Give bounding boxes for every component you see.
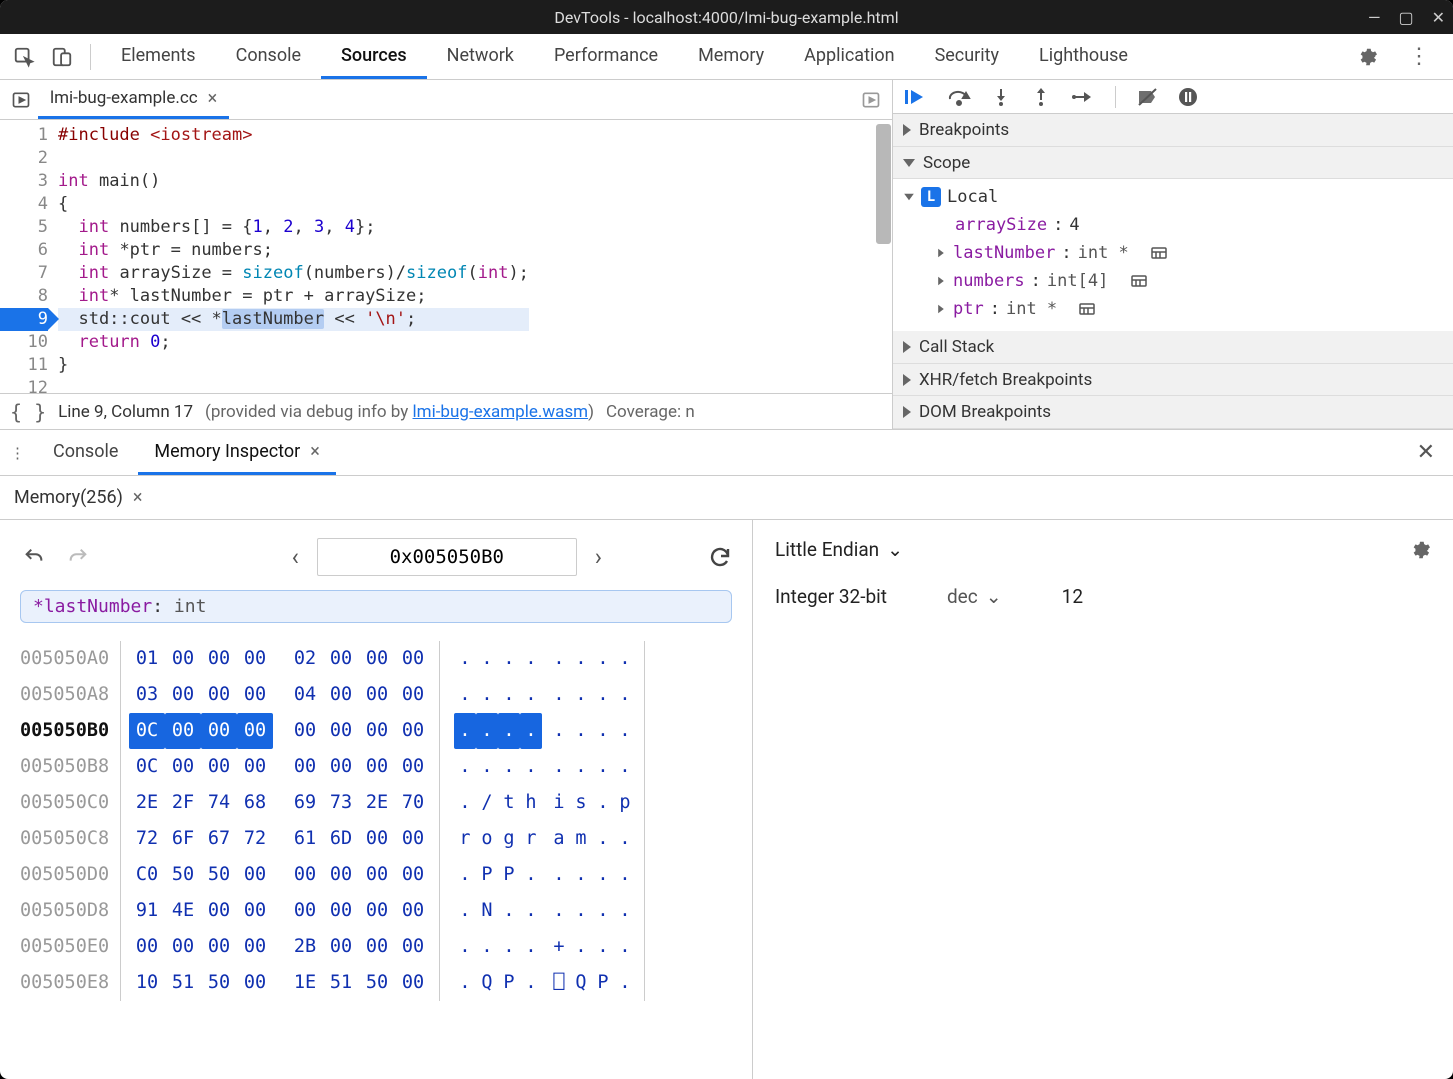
drawer-tab-memory-inspector[interactable]: Memory Inspector× [138,430,335,475]
scope-var[interactable]: lastNumber: int * [937,239,1443,267]
window-title: DevTools - localhost:4000/lmi-bug-exampl… [554,8,898,27]
resume-icon[interactable] [903,87,927,107]
chevron-down-icon: ⌄ [986,585,1002,608]
reveal-in-memory-icon[interactable] [1079,302,1095,316]
hex-row[interactable]: 005050E0000000002B000000....+... [20,929,732,965]
tab-lighthouse[interactable]: Lighthouse [1019,34,1148,79]
hex-row[interactable]: 005050D0C050500000000000.PP..... [20,857,732,893]
scope-local[interactable]: LLocal [903,183,1443,211]
coverage-label: Coverage: n [606,402,695,422]
main-tabstrip: ElementsConsoleSourcesNetworkPerformance… [0,34,1453,80]
inspect-element-icon[interactable] [6,39,42,75]
reveal-in-memory-icon[interactable] [1151,246,1167,260]
memory-viewer: ‹ › *lastNumber: int 005050A001000000020… [0,520,753,1079]
device-toolbar-icon[interactable] [44,39,80,75]
interpreted-value: 12 [1062,585,1083,608]
kebab-menu-icon[interactable]: ⋮ [1401,39,1437,75]
tab-console[interactable]: Console [216,34,321,79]
drawer-tabstrip: ⋮ Console Memory Inspector× ✕ [0,430,1453,476]
window-titlebar: DevTools - localhost:4000/lmi-bug-exampl… [0,0,1453,34]
hex-row[interactable]: 005050E8105150001E515000.QP.⎕QP. [20,965,732,1001]
pretty-print-icon[interactable]: { } [10,400,46,424]
endianness-select[interactable]: Little Endian⌄ [775,538,903,561]
scope-var[interactable]: ptr: int * [937,295,1443,323]
navigator-toggle-icon[interactable] [4,83,38,117]
scope-body: LLocal arraySize: 4lastNumber: int * num… [893,179,1453,331]
drawer-close-icon[interactable]: ✕ [1417,440,1443,465]
refresh-icon[interactable] [708,545,732,569]
hex-row[interactable]: 005050D8914E000000000000.N...... [20,893,732,929]
hex-row[interactable]: 005050A80300000004000000........ [20,677,732,713]
pause-on-exceptions-icon[interactable] [1178,87,1198,107]
undo-icon[interactable] [20,543,48,571]
step-out-icon[interactable] [1031,87,1051,107]
hex-row[interactable]: 005050B80C00000000000000........ [20,749,732,785]
window-close-icon[interactable]: ✕ [1432,8,1445,27]
callstack-pane[interactable]: Call Stack [893,331,1453,364]
close-icon[interactable]: × [133,487,143,508]
xhr-breakpoints-pane[interactable]: XHR/fetch Breakpoints [893,364,1453,397]
drawer-tab-console[interactable]: Console [37,430,134,475]
encoding-select[interactable]: dec⌄ [947,585,1002,608]
file-tab-name: lmi-bug-example.cc [50,88,198,108]
debugger-toolbar [893,80,1453,114]
window-maximize-icon[interactable]: ▢ [1398,8,1413,27]
address-input[interactable] [317,538,577,576]
breakpoints-pane[interactable]: Breakpoints [893,114,1453,147]
value-interpreter: Little Endian⌄ Integer 32-bit dec⌄ 12 [753,520,1453,1079]
tab-performance[interactable]: Performance [534,34,678,79]
file-tab[interactable]: lmi-bug-example.cc × [38,80,229,119]
next-page-icon[interactable]: › [595,543,602,571]
dom-breakpoints-pane[interactable]: DOM Breakpoints [893,396,1453,429]
step-icon[interactable] [1071,87,1095,107]
tab-elements[interactable]: Elements [101,34,216,79]
settings-gear-icon[interactable] [1349,39,1385,75]
step-over-icon[interactable] [947,87,971,107]
run-snippet-icon[interactable] [854,83,888,117]
tab-application[interactable]: Application [784,34,914,79]
deactivate-breakpoints-icon[interactable] [1136,87,1158,107]
hex-row[interactable]: 005050A00100000002000000........ [20,641,732,677]
memory-tab-bar: Memory(256)× [0,476,1453,520]
scope-var[interactable]: arraySize: 4 [937,211,1443,239]
redo-icon[interactable] [64,543,92,571]
step-into-icon[interactable] [991,87,1011,107]
settings-gear-icon[interactable] [1409,539,1431,561]
tab-sources[interactable]: Sources [321,34,427,79]
tab-security[interactable]: Security [915,34,1019,79]
hex-row[interactable]: 005050C02E2F746869732E70./this.p [20,785,732,821]
value-type-label: Integer 32-bit [775,585,887,608]
reveal-in-memory-icon[interactable] [1131,274,1147,288]
chevron-down-icon: ⌄ [887,538,903,561]
hex-row[interactable]: 005050B00C00000000000000........ [20,713,732,749]
tab-memory[interactable]: Memory [678,34,784,79]
file-tab-bar: lmi-bug-example.cc × [0,80,892,120]
cursor-position: Line 9, Column 17 [58,402,193,422]
editor-status-bar: { } Line 9, Column 17 (provided via debu… [0,393,892,429]
scope-var[interactable]: numbers: int[4] [937,267,1443,295]
hex-row[interactable]: 005050C8726F6772616D0000rogram.. [20,821,732,857]
wasm-link[interactable]: lmi-bug-example.wasm [413,402,589,422]
drawer-kebab-icon[interactable]: ⋮ [10,444,25,462]
close-icon[interactable]: × [310,441,320,462]
source-editor[interactable]: 123456789101112 #include <iostream>int m… [0,120,892,393]
window-minimize-icon[interactable]: — [1368,8,1381,27]
highlighted-variable-chip[interactable]: *lastNumber: int [20,590,732,623]
close-icon[interactable]: × [208,88,218,109]
tab-network[interactable]: Network [427,34,534,79]
scope-pane[interactable]: Scope [893,147,1453,180]
prev-page-icon[interactable]: ‹ [292,543,299,571]
memory-tab[interactable]: Memory(256)× [14,487,142,508]
scrollbar-thumb[interactable] [876,124,891,244]
